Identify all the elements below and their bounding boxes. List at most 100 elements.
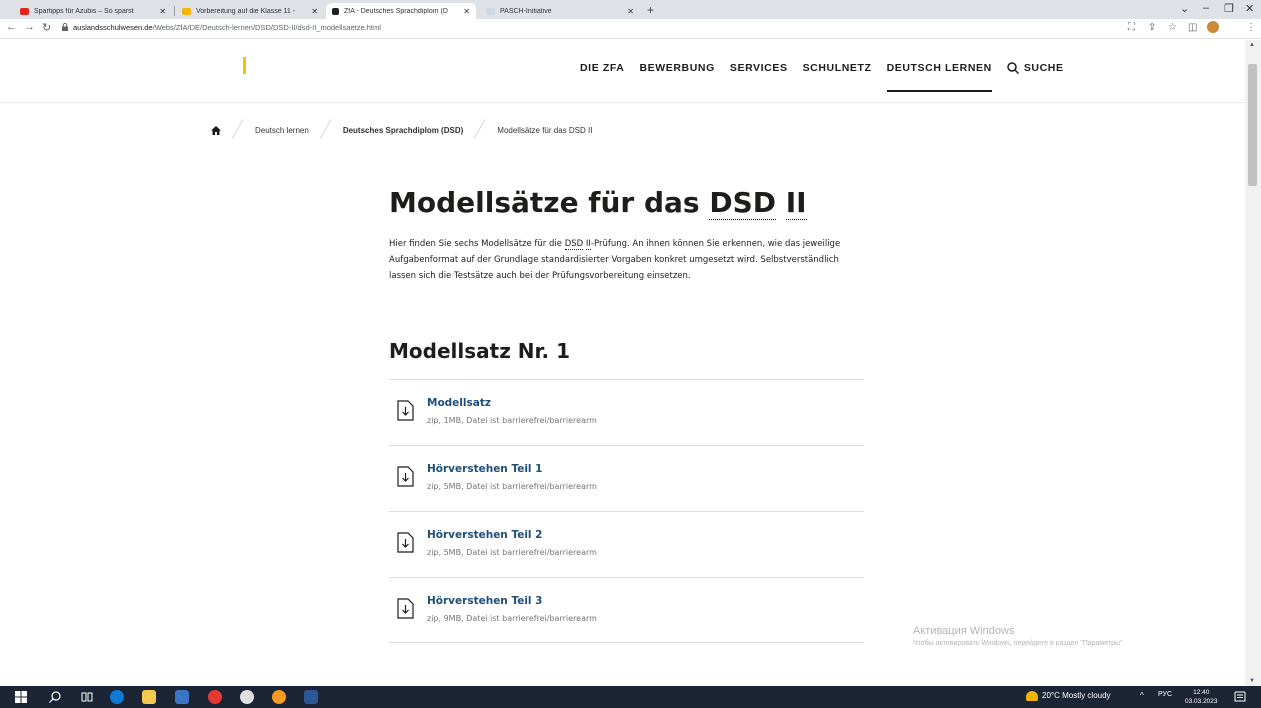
reload-icon[interactable]: ↻ [42, 21, 51, 34]
profile-avatar-icon[interactable] [1207, 21, 1219, 33]
breadcrumb-separator [319, 120, 333, 140]
nav-deutsch-lernen[interactable]: DEUTSCH LERNEN [886, 62, 993, 92]
breadcrumb-separator [231, 120, 245, 140]
bookmark-star-icon[interactable]: ☆ [1168, 22, 1177, 33]
nav-schulnetz[interactable]: SCHULNETZ [803, 62, 872, 74]
weather-icon[interactable] [1026, 691, 1038, 701]
breadcrumb-separator [473, 120, 487, 140]
back-icon[interactable]: ← [6, 21, 17, 33]
title-abbr-ii: II [785, 186, 807, 220]
window-close-icon[interactable]: ✕ [1245, 2, 1254, 15]
breadcrumb-deutsch-lernen[interactable]: Deutsch lernen [255, 126, 309, 135]
zfa-logo-icon [332, 7, 339, 15]
download-title[interactable]: Modellsatz [427, 397, 491, 409]
tab-vorbereitung[interactable]: Vorbereitung auf die Klasse 11 - ✕ [176, 3, 324, 19]
tab-title: PASCH-Initiative [500, 7, 552, 15]
input-language[interactable]: РУС [1158, 691, 1172, 698]
close-icon[interactable]: ✕ [311, 7, 318, 16]
task-view-icon[interactable] [80, 690, 94, 704]
url-host: auslandsschulwesen.de [73, 23, 153, 32]
edge-icon[interactable] [110, 690, 124, 704]
slides-icon [182, 7, 191, 15]
windows-start-icon[interactable] [14, 690, 28, 704]
share-icon[interactable]: ⇪ [1148, 22, 1156, 33]
word-icon[interactable] [304, 690, 318, 704]
tray-chevron-icon[interactable]: ^ [1140, 691, 1144, 700]
maximize-icon[interactable]: ❐ [1224, 2, 1234, 15]
download-item[interactable]: Hörverstehen Teil 2 zip, 5MB, Datei ist … [389, 511, 864, 577]
page-scrollbar[interactable]: ▲ ▼ [1245, 40, 1261, 686]
page-title: Modellsätze für das DSD II [389, 186, 807, 220]
yandex-icon[interactable] [208, 690, 222, 704]
search-button[interactable]: SUCHE [1007, 62, 1064, 74]
download-meta: zip, 9MB, Datei ist barrierefrei/barrier… [427, 614, 597, 623]
windows-activation-watermark: Активация Windows Чтобы активировать Win… [913, 625, 1124, 647]
main-navigation: DIE ZFA BEWERBUNG SERVICES SCHULNETZ DEU… [580, 62, 1064, 92]
scroll-down-icon[interactable]: ▼ [1249, 678, 1255, 684]
download-title[interactable]: Hörverstehen Teil 2 [427, 529, 543, 541]
download-meta: zip, 5MB, Datei ist barrierefrei/barrier… [427, 548, 597, 557]
windows-taskbar: 20°C Mostly cloudy ^ РУС 12:40 03.03.202… [0, 686, 1261, 708]
download-item[interactable]: Hörverstehen Teil 1 zip, 5MB, Datei ist … [389, 445, 864, 511]
breadcrumb-current: Modellsätze für das DSD II [497, 125, 593, 135]
download-icon [397, 532, 414, 553]
tab-pasch[interactable]: PASCH-Initiative ✕ [480, 3, 640, 19]
breadcrumb-dsd[interactable]: Deutsches Sprachdiplom (DSD) [343, 126, 463, 135]
tab-title: ZfA - Deutsches Sprachdiplom (D [344, 7, 448, 15]
scrollbar-thumb[interactable] [1248, 64, 1257, 186]
search-icon [1007, 62, 1019, 74]
nav-services[interactable]: SERVICES [730, 62, 788, 74]
intro-text-a: Hier finden Sie sechs Modellsätze für di… [389, 239, 565, 249]
close-icon[interactable]: ✕ [463, 7, 470, 16]
download-item[interactable]: Hörverstehen Teil 3 zip, 9MB, Datei ist … [389, 577, 864, 643]
file-explorer-icon[interactable] [142, 690, 156, 704]
zfa-logo[interactable] [243, 57, 246, 74]
search-icon[interactable] [48, 690, 62, 704]
page-content: DIE ZFA BEWERBUNG SERVICES SCHULNETZ DEU… [0, 40, 1245, 686]
intro-abbr-dsd: DSD [564, 239, 584, 250]
tab-zfa[interactable]: ZfA - Deutsches Sprachdiplom (D ✕ [326, 3, 476, 19]
title-abbr-dsd: DSD [709, 186, 776, 220]
close-icon[interactable]: ✕ [627, 7, 634, 16]
scroll-up-icon[interactable]: ▲ [1249, 42, 1255, 48]
download-icon [397, 400, 414, 421]
home-icon[interactable] [211, 125, 221, 135]
minimize-icon[interactable]: – [1203, 2, 1209, 14]
section-title: Modellsatz Nr. 1 [389, 339, 571, 363]
calendar-icon[interactable] [175, 690, 189, 704]
side-panel-icon[interactable]: ◫ [1188, 22, 1197, 33]
nav-die-zfa[interactable]: DIE ZFA [580, 62, 624, 74]
download-meta: zip, 1MB, Datei ist barrierefrei/barrier… [427, 416, 597, 425]
browser-icon[interactable] [272, 690, 286, 704]
translate-icon[interactable]: ⛶ [1128, 22, 1135, 33]
download-list: Modellsatz zip, 1MB, Datei ist barrieref… [389, 379, 864, 643]
weather-text[interactable]: 20°C Mostly cloudy [1042, 691, 1111, 700]
pasch-icon [486, 7, 495, 15]
url-field[interactable]: auslandsschulwesen.de/Webs/ZfA/DE/Deutsc… [73, 23, 381, 32]
system-clock[interactable]: 12:40 03.03.2023 [1185, 688, 1218, 706]
lock-icon[interactable] [62, 23, 68, 31]
breadcrumb: Deutsch lernen Deutsches Sprachdiplom (D… [211, 120, 592, 140]
tab-title: Vorbereitung auf die Klasse 11 - [196, 7, 296, 15]
url-path: /Webs/ZfA/DE/Deutsch-lernen/DSD/DSD-II/d… [152, 23, 381, 32]
tab-title: Spartipps für Azubis – So sparst [34, 7, 134, 15]
watermark-subtitle: Чтобы активировать Windows, перейдите в … [913, 640, 1125, 647]
search-label: SUCHE [1023, 62, 1064, 74]
chrome-icon[interactable] [240, 690, 254, 704]
new-tab-button[interactable]: + [647, 3, 654, 17]
tab-search-icon[interactable]: ⌄ [1180, 2, 1189, 15]
download-title[interactable]: Hörverstehen Teil 1 [427, 463, 543, 475]
forward-icon[interactable]: → [24, 21, 35, 33]
notifications-icon[interactable] [1234, 691, 1246, 703]
watermark-title: Активация Windows [913, 625, 1015, 637]
close-icon[interactable]: ✕ [159, 7, 166, 16]
download-icon [397, 598, 414, 619]
menu-kebab-icon[interactable]: ⋮ [1246, 22, 1256, 33]
download-meta: zip, 5MB, Datei ist barrierefrei/barrier… [427, 482, 597, 491]
intro-paragraph: Hier finden Sie sechs Modellsätze für di… [389, 236, 859, 284]
clock-date: 03.03.2023 [1185, 698, 1218, 705]
tab-spartipps[interactable]: Spartipps für Azubis – So sparst ✕ [14, 3, 172, 19]
download-item[interactable]: Modellsatz zip, 1MB, Datei ist barrieref… [389, 379, 864, 445]
nav-bewerbung[interactable]: BEWERBUNG [639, 62, 714, 74]
download-title[interactable]: Hörverstehen Teil 3 [427, 595, 543, 607]
